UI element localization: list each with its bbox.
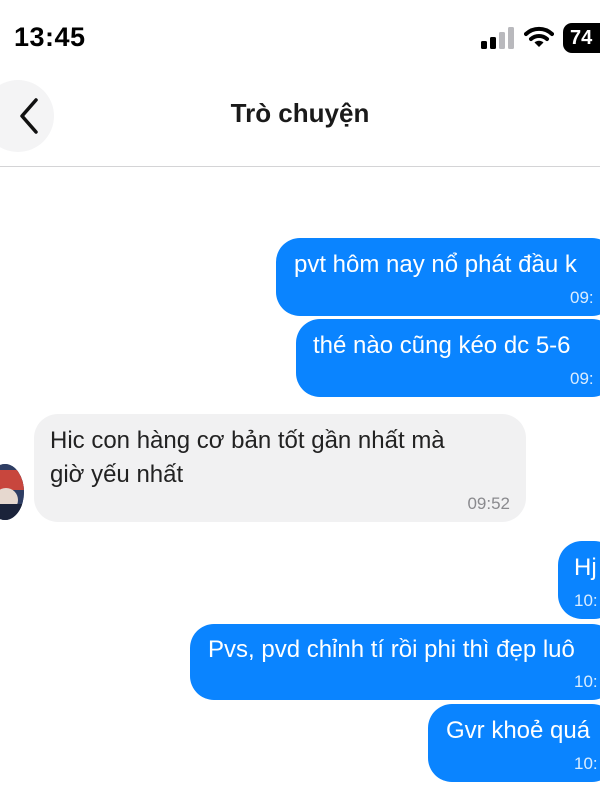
message-text-line: giờ yếu nhất xyxy=(50,461,184,488)
cellular-signal-icon xyxy=(481,27,514,49)
avatar-image xyxy=(0,464,24,520)
message-text-line: Hic con hàng cơ bản tốt gần nhất mà xyxy=(50,427,445,454)
message-time: 10: xyxy=(574,672,598,691)
message-text: Pvs, pvd chỉnh tí rồi phi thì đẹp luô xyxy=(208,636,575,663)
message-text: Hj xyxy=(574,554,597,581)
message-time: 09: xyxy=(570,288,594,307)
message-time: 10: xyxy=(574,754,598,773)
wifi-icon xyxy=(524,26,554,47)
outgoing-message[interactable]: Pvs, pvd chỉnh tí rồi phi thì đẹp luô 10… xyxy=(190,624,600,700)
outgoing-message[interactable]: Hj 10: xyxy=(558,541,600,619)
message-text: Gvr khoẻ quá xyxy=(446,717,591,744)
avatar[interactable] xyxy=(0,464,24,520)
status-time: 13:45 xyxy=(14,22,86,52)
back-button[interactable] xyxy=(0,80,54,152)
battery-indicator: 74 xyxy=(563,23,600,53)
message-time: 09: xyxy=(570,369,594,388)
outgoing-message[interactable]: Gvr khoẻ quá 10: xyxy=(428,704,600,782)
message-time: 10: xyxy=(574,591,598,610)
page-title: Trò chuyện xyxy=(230,98,370,128)
status-bar: 13:45 74 xyxy=(0,0,600,80)
outgoing-message[interactable]: thé nào cũng kéo dc 5-6 09: xyxy=(296,319,600,397)
chevron-left-icon xyxy=(20,98,38,134)
battery-level: 74 xyxy=(570,27,593,49)
chat-header: Trò chuyện xyxy=(0,78,600,167)
message-time: 09:52 xyxy=(467,494,510,513)
outgoing-message[interactable]: pvt hôm nay nổ phát đầu k 09: xyxy=(276,238,600,316)
incoming-message[interactable]: Hic con hàng cơ bản tốt gần nhất mà giờ … xyxy=(34,414,526,522)
message-text: thé nào cũng kéo dc 5-6 xyxy=(313,332,571,359)
message-text: pvt hôm nay nổ phát đầu k xyxy=(294,251,577,278)
